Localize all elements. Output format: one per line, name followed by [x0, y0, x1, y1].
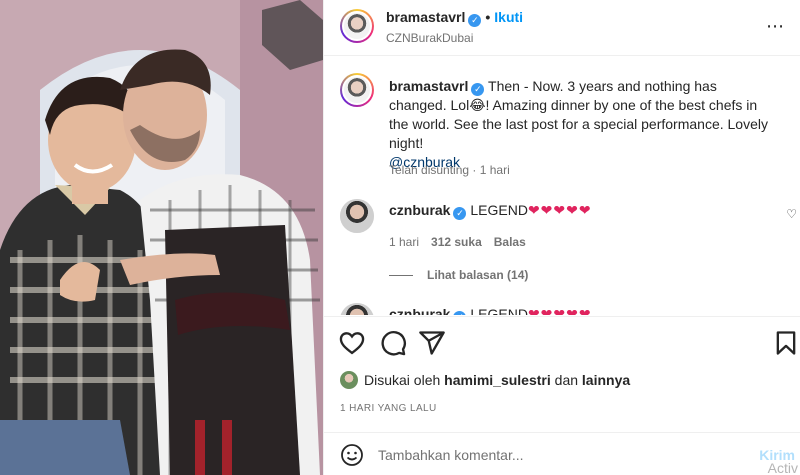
- liker-username[interactable]: hamimi_sulestri: [444, 372, 551, 388]
- comment-text: LEGEND: [470, 306, 528, 315]
- view-replies-button[interactable]: Lihat balasan (14): [389, 268, 528, 282]
- caption: bramastavrl ✓ Then - Now. 3 years and not…: [389, 77, 774, 172]
- comment-text: LEGEND: [470, 202, 528, 218]
- save-bookmark-icon[interactable]: [772, 329, 800, 357]
- author-avatar[interactable]: [340, 9, 374, 43]
- emoji-smiley-icon[interactable]: [340, 443, 364, 467]
- verified-badge-icon: ✓: [453, 207, 467, 220]
- comment-avatar[interactable]: [340, 199, 374, 233]
- replies-divider-line: [389, 275, 413, 277]
- liker-avatar[interactable]: [340, 371, 358, 389]
- liked-by-summary: Disukai oleh hamimi_sulestri dan lainnya: [340, 371, 630, 389]
- liked-by-prefix: Disukai oleh: [364, 372, 441, 388]
- post-timestamp[interactable]: 1 HARI YANG LALU: [340, 403, 437, 414]
- share-paper-plane-icon[interactable]: [418, 329, 446, 357]
- caption-edited-info: Telah disunting · 1 hari: [389, 163, 510, 177]
- post-actions-bar: [324, 316, 800, 370]
- comment-avatar[interactable]: [340, 303, 374, 315]
- edited-time: 1 hari: [479, 163, 510, 177]
- like-heart-icon[interactable]: [338, 329, 366, 357]
- caption-author-avatar[interactable]: [340, 73, 374, 107]
- view-replies-label: Lihat balasan (14): [427, 268, 529, 282]
- comment-bubble-icon[interactable]: [379, 329, 407, 357]
- post-detail-panel: bramastavrl ✓ • Ikuti CZNBurakDubai ⋯ brama…: [323, 0, 800, 475]
- separator-dot: •: [485, 9, 491, 25]
- caption-username[interactable]: bramastavrl: [389, 78, 468, 94]
- post-photo-illustration: [0, 0, 323, 475]
- comment-username[interactable]: cznburak: [389, 306, 450, 315]
- red-hearts-emoji-icon: ❤❤❤❤❤: [527, 202, 592, 218]
- comment-item: cznburak✓ LEGEND❤❤❤❤❤: [389, 202, 592, 220]
- comment-time: 1 hari: [389, 235, 420, 249]
- add-comment-bar: Kirim: [324, 432, 800, 475]
- liked-by-connector: dan: [554, 372, 579, 388]
- reply-button[interactable]: Balas: [494, 235, 526, 249]
- comments-section[interactable]: bramastavrl ✓ Then - Now. 3 years and not…: [324, 57, 800, 315]
- comment-item: cznburak✓ LEGEND❤❤❤❤❤: [389, 306, 592, 315]
- more-options-icon[interactable]: ⋯: [766, 16, 785, 37]
- author-username[interactable]: bramastavrl: [386, 9, 465, 25]
- comment-meta: 1 hari 312 suka Balas: [389, 235, 538, 249]
- others-likes-link[interactable]: lainnya: [582, 372, 630, 388]
- post-location[interactable]: CZNBurakDubai: [386, 31, 473, 45]
- post-header: bramastavrl ✓ • Ikuti CZNBurakDubai ⋯: [324, 0, 800, 56]
- like-comment-heart-icon[interactable]: ♡: [786, 207, 797, 221]
- activate-windows-watermark: Activ: [767, 460, 798, 475]
- verified-badge-icon: ✓: [471, 83, 485, 96]
- follow-button[interactable]: Ikuti: [494, 9, 523, 25]
- verified-badge-icon: ✓: [453, 311, 467, 315]
- add-comment-input[interactable]: [378, 444, 748, 466]
- post-photo[interactable]: [0, 0, 323, 475]
- laughing-emoji-icon: 😂: [469, 97, 486, 113]
- red-hearts-emoji-icon: ❤❤❤❤❤: [527, 306, 592, 315]
- comment-likes-count[interactable]: 312 suka: [431, 235, 482, 249]
- comment-username[interactable]: cznburak: [389, 202, 450, 218]
- verified-badge-icon: ✓: [468, 14, 482, 27]
- edited-label: Telah disunting: [389, 163, 470, 177]
